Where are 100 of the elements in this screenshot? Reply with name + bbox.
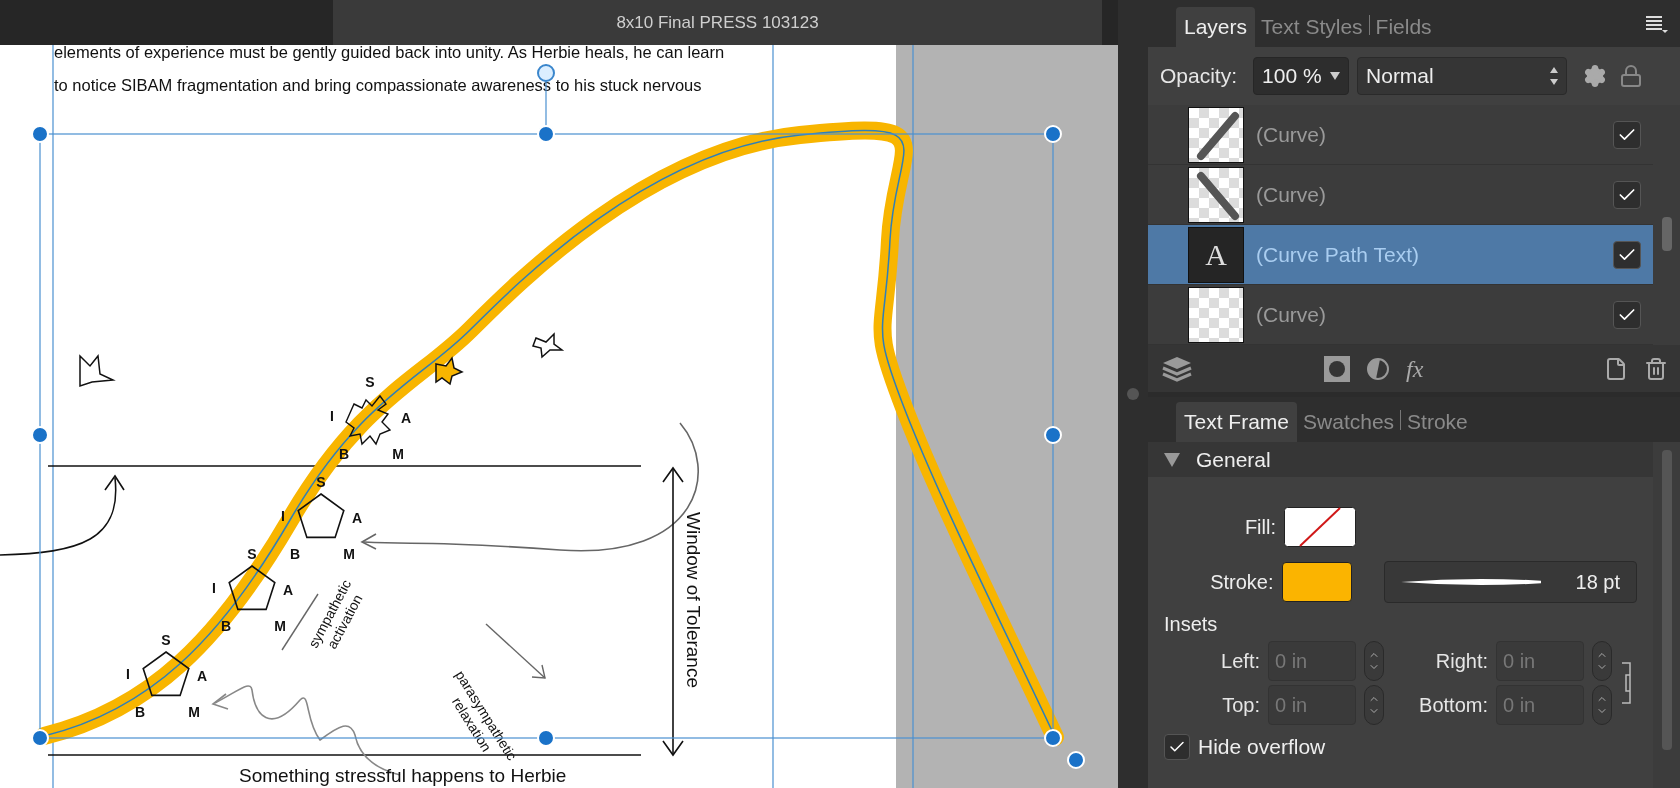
fill-label: Fill:	[1243, 515, 1276, 540]
sibam-letter: I	[281, 508, 285, 524]
sibam-letter: S	[247, 546, 257, 562]
half-circle-icon[interactable]	[1366, 356, 1390, 381]
document-tab[interactable]: 8x10 Final PRESS 103123	[333, 0, 1102, 45]
sibam-letter: A	[196, 668, 208, 684]
mask-icon[interactable]	[1324, 355, 1350, 382]
layer-thumbnail	[1188, 286, 1244, 343]
body-text-line: elements of experience must be gently guided back into unity. As Herbie heals, he can learn	[54, 45, 725, 61]
layers-icon[interactable]	[1160, 354, 1194, 383]
sibam-letter: A	[282, 582, 294, 598]
star-shape-drawing	[79, 354, 116, 388]
panel-tab[interactable]: Fields	[1369, 7, 1438, 47]
sibam-letter: A	[400, 410, 412, 426]
stepper-button[interactable]	[1592, 641, 1612, 681]
inset-label: Top:	[1221, 693, 1260, 718]
layer-thumbnail	[1188, 166, 1244, 223]
section-header[interactable]: General	[1148, 442, 1653, 477]
sibam-letter: M	[392, 446, 404, 462]
disclosure-triangle-icon	[1164, 452, 1180, 467]
thumbnail-letter: A	[1205, 237, 1227, 273]
sibam-letter: I	[126, 666, 130, 682]
selection-handle[interactable]	[31, 729, 49, 747]
sibam-letter: A	[351, 510, 363, 526]
inset-label: Left:	[1220, 649, 1260, 674]
sibam-letter: M	[274, 618, 286, 634]
selection-handle[interactable]	[31, 426, 49, 444]
section-title: General	[1196, 446, 1271, 473]
visibility-checkbox[interactable]	[1613, 240, 1641, 269]
hide-overflow-checkbox[interactable]	[1164, 733, 1190, 760]
visibility-checkbox[interactable]	[1613, 120, 1641, 149]
selection-handle[interactable]	[1044, 729, 1062, 747]
stepper-button[interactable]	[1364, 641, 1384, 681]
star-shape-drawing	[435, 356, 464, 386]
dropdown-caret-icon	[1330, 72, 1341, 80]
sibam-letter: B	[338, 446, 350, 462]
menu-icon[interactable]	[1644, 13, 1668, 34]
layer-row[interactable]: A (Curve Path Text)	[1148, 225, 1653, 285]
inset-label: Bottom:	[1418, 693, 1488, 718]
no-fill-swatch[interactable]	[1284, 507, 1356, 547]
layer-row[interactable]: (Curve)	[1148, 105, 1653, 165]
inset-input[interactable]: 0 in	[1268, 641, 1356, 681]
sibam-letter: S	[161, 632, 171, 648]
stepper-button[interactable]	[1592, 685, 1612, 725]
stroke-width-field[interactable]: 18 pt	[1383, 561, 1637, 603]
selection-handle[interactable]	[1044, 426, 1062, 444]
window-of-tolerance-label: Window of Tolerance	[683, 512, 704, 688]
visibility-checkbox[interactable]	[1613, 300, 1641, 329]
caption-text: Something stressful happens to Herbie	[239, 765, 567, 786]
selection-handle[interactable]	[1044, 125, 1062, 143]
rotation-handle[interactable]	[537, 64, 555, 82]
panel-tab[interactable]: Text Frame	[1176, 402, 1298, 442]
sibam-letter: S	[365, 374, 375, 390]
panel-tab[interactable]: Swatches	[1297, 402, 1401, 442]
inset-input[interactable]: 0 in	[1268, 685, 1356, 725]
stepper-button[interactable]	[1364, 685, 1384, 725]
layer-name: (Curve)	[1256, 181, 1327, 208]
trash-icon[interactable]	[1644, 356, 1668, 381]
new-page-icon[interactable]	[1604, 356, 1628, 381]
effects-button[interactable]: fx	[1406, 350, 1424, 387]
layer-name: (Curve)	[1256, 121, 1327, 148]
sibam-letter: I	[212, 580, 216, 596]
up-down-caret-icon	[1550, 67, 1559, 85]
selection-handle[interactable]	[537, 729, 555, 747]
panel-tab[interactable]: Text Styles	[1255, 7, 1369, 47]
stroke-width-value: 18 pt	[1575, 570, 1620, 595]
stroke-label: Stroke:	[1209, 570, 1274, 595]
inset-input[interactable]: 0 in	[1496, 641, 1584, 681]
sibam-letter: M	[188, 704, 200, 720]
sibam-letter: B	[289, 546, 301, 562]
insets-heading: Insets	[1164, 612, 1219, 637]
panel-resize-handle[interactable]	[1127, 388, 1139, 400]
panel-tab[interactable]: Stroke	[1401, 402, 1474, 442]
scrollbar-thumb[interactable]	[1661, 217, 1672, 251]
opacity-dropdown[interactable]: 100 %	[1253, 57, 1350, 95]
layer-name: (Curve Path Text)	[1256, 241, 1420, 268]
sibam-letter: I	[330, 408, 334, 424]
layer-row[interactable]: (Curve)	[1148, 165, 1653, 225]
layer-row[interactable]: (Curve)	[1148, 285, 1653, 345]
settings-icon[interactable]	[1583, 64, 1608, 88]
opacity-label: Opacity:	[1160, 63, 1238, 90]
blend-mode-dropdown[interactable]: Normal	[1357, 57, 1568, 95]
sibam-letter: B	[134, 704, 146, 720]
scrollbar-thumb[interactable]	[1661, 450, 1672, 750]
layer-name: (Curve)	[1256, 301, 1327, 328]
selection-handle[interactable]	[537, 125, 555, 143]
stroke-color-swatch[interactable]	[1281, 562, 1352, 602]
inset-label: Right:	[1434, 649, 1488, 674]
inset-input[interactable]: 0 in	[1496, 685, 1584, 725]
layer-thumbnail	[1188, 106, 1244, 163]
panel-tab[interactable]: Layers	[1176, 7, 1256, 47]
body-text-line: to notice SIBAM fragmentation and bring compassionate awareness to his stuck nervous	[54, 76, 702, 94]
visibility-checkbox[interactable]	[1613, 180, 1641, 209]
selection-handle[interactable]	[1067, 751, 1085, 769]
sibam-letter: S	[316, 474, 326, 490]
link-bracket-icon[interactable]	[1620, 661, 1632, 705]
selection-handle[interactable]	[31, 125, 49, 143]
star-shape-drawing	[532, 332, 565, 359]
lock-icon[interactable]	[1619, 64, 1644, 88]
sibam-letter: M	[343, 546, 355, 562]
